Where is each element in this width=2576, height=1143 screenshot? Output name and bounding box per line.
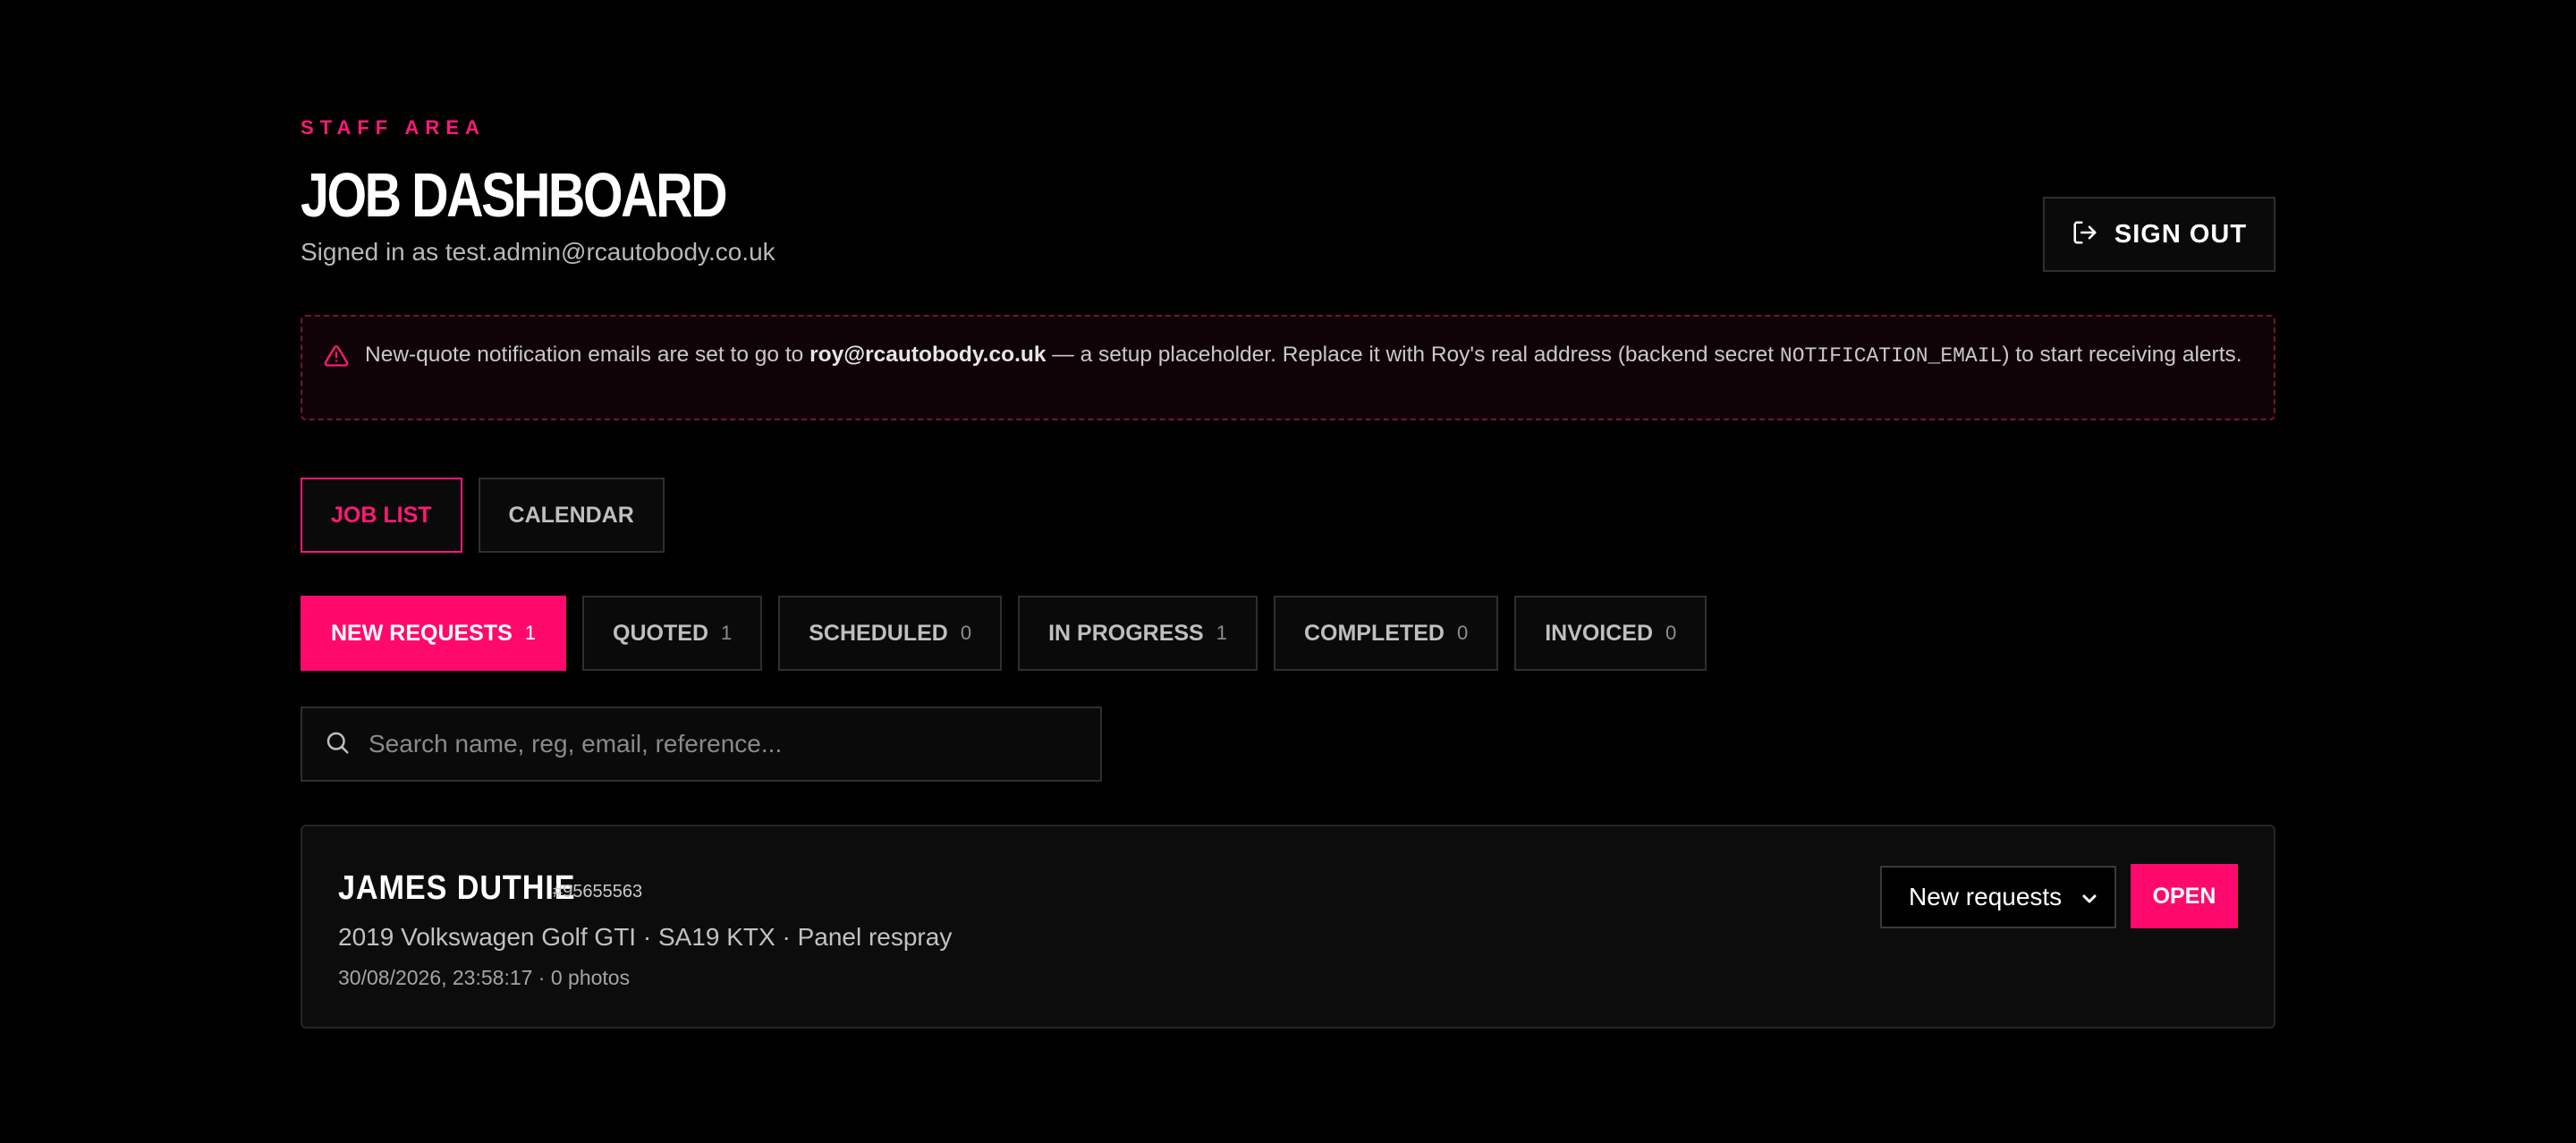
tab-label: IN PROGRESS bbox=[1048, 620, 1204, 646]
sign-out-icon bbox=[2072, 219, 2098, 250]
tab-count: 0 bbox=[960, 622, 972, 644]
tab-job-list[interactable]: JOB LIST bbox=[301, 478, 462, 553]
view-tabs: JOB LIST CALENDAR bbox=[301, 478, 665, 553]
sign-out-button[interactable]: SIGN OUT bbox=[2043, 197, 2275, 272]
alert-text-after: ) to start receiving alerts. bbox=[2002, 343, 2242, 367]
search-icon bbox=[324, 729, 351, 760]
tab-count: 1 bbox=[1216, 622, 1227, 644]
warning-triangle-icon bbox=[324, 343, 349, 373]
open-job-button[interactable]: OPEN bbox=[2131, 864, 2238, 928]
alert-text-middle: — a setup placeholder. Replace it with R… bbox=[1046, 343, 1780, 367]
tab-count: 1 bbox=[721, 622, 733, 644]
job-card: JAMES DUTHIE #95655563 2019 Volkswagen G… bbox=[301, 825, 2275, 1029]
tab-completed[interactable]: COMPLETED 0 bbox=[1273, 596, 1499, 671]
job-reference: #95655563 bbox=[553, 882, 643, 902]
status-filter-tabs: NEW REQUESTS 1 QUOTED 1 SCHEDULED 0 IN P… bbox=[301, 596, 1707, 671]
sign-out-label: SIGN OUT bbox=[2114, 219, 2248, 249]
tab-new-requests[interactable]: NEW REQUESTS 1 bbox=[301, 596, 567, 671]
status-select[interactable]: New requests bbox=[1880, 866, 2116, 928]
tab-label: COMPLETED bbox=[1303, 620, 1445, 646]
tab-count: 0 bbox=[1665, 622, 1677, 644]
tab-calendar[interactable]: CALENDAR bbox=[478, 478, 665, 553]
search-input[interactable] bbox=[369, 730, 1066, 758]
job-meta: 30/08/2026, 23:58:17 · 0 photos bbox=[338, 966, 631, 989]
tab-invoiced[interactable]: INVOICED 0 bbox=[1514, 596, 1707, 671]
notification-alert: New-quote notification emails are set to… bbox=[301, 315, 2275, 420]
alert-secret-name: NOTIFICATION_EMAIL bbox=[1779, 344, 2003, 368]
tab-label: SCHEDULED bbox=[809, 620, 948, 646]
chevron-down-icon bbox=[2079, 887, 2100, 916]
tab-label: INVOICED bbox=[1545, 620, 1654, 646]
tab-label: QUOTED bbox=[613, 620, 708, 646]
alert-email: roy@rcautobody.co.uk bbox=[809, 343, 1046, 367]
status-select-value: New requests bbox=[1909, 883, 2063, 910]
tab-count: 1 bbox=[524, 622, 537, 644]
staff-area-eyebrow: STAFF AREA bbox=[301, 116, 486, 139]
tab-label: NEW REQUESTS bbox=[331, 620, 513, 646]
vehicle-description: 2019 Volkswagen Golf GTI · SA19 KTX · Pa… bbox=[338, 923, 953, 951]
page-title: JOB DASHBOARD bbox=[301, 160, 728, 230]
alert-text-before: New-quote notification emails are set to… bbox=[365, 343, 810, 367]
alert-message: New-quote notification emails are set to… bbox=[365, 340, 2252, 371]
tab-count: 0 bbox=[1456, 622, 1469, 644]
tab-in-progress[interactable]: IN PROGRESS 1 bbox=[1018, 596, 1258, 671]
signed-in-text: Signed in as test.admin@rcautobody.co.uk bbox=[301, 238, 775, 266]
customer-name: JAMES DUTHIE bbox=[338, 869, 576, 907]
tab-scheduled[interactable]: SCHEDULED 0 bbox=[778, 596, 1003, 671]
search-box bbox=[301, 707, 1102, 782]
tab-quoted[interactable]: QUOTED 1 bbox=[582, 596, 763, 671]
